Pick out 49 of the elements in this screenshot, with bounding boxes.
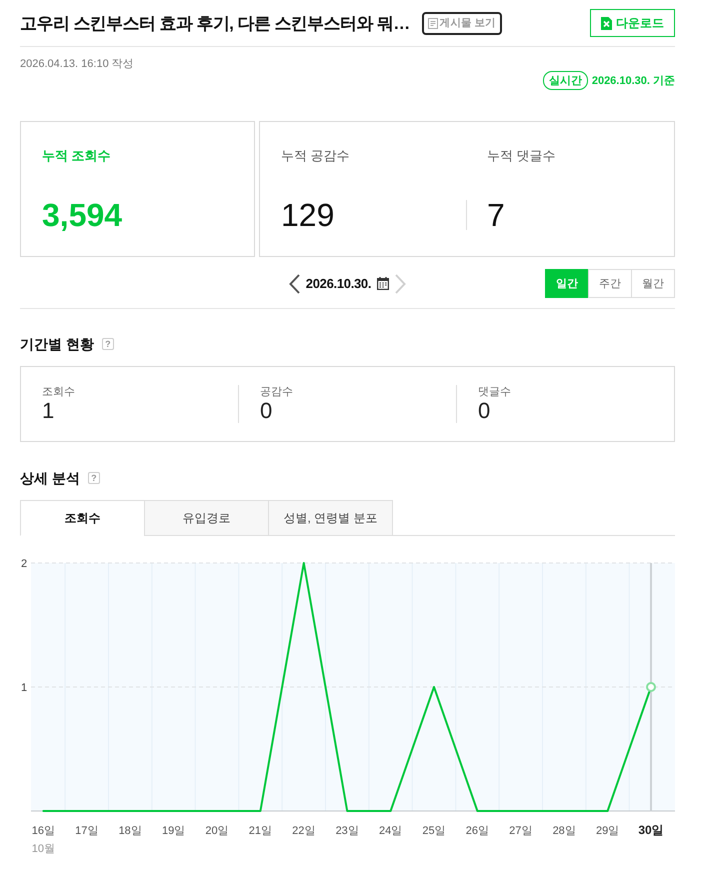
stat-label: 댓글수 xyxy=(478,385,511,399)
x-axis-label: 22일 xyxy=(292,825,316,837)
total-label: 누적 조회수 xyxy=(42,148,111,164)
total-label: 누적 공감수 xyxy=(281,148,350,164)
x-axis-label: 17일 xyxy=(75,825,98,837)
data-point-marker xyxy=(646,682,656,692)
x-axis-label: 18일 xyxy=(118,825,142,837)
y-axis-label: 2 xyxy=(21,558,28,570)
period-toggle[interactable]: 주간 xyxy=(588,269,632,298)
y-axis-label: 1 xyxy=(21,682,28,694)
reference-date: 2026.10.30. 기준 xyxy=(592,74,675,88)
spreadsheet-icon xyxy=(601,16,612,30)
x-axis-label: 21일 xyxy=(248,825,272,837)
chevron-right-icon xyxy=(395,274,406,294)
stat-value: 0 xyxy=(478,399,490,423)
post-title: 고우리 스킨부스터 효과 후기, 다른 스킨부스터와 뭐… xyxy=(20,12,410,34)
section-title: 기간별 현황 xyxy=(20,335,94,353)
x-axis-label: 27일 xyxy=(509,825,532,837)
stat-label: 조회수 xyxy=(42,385,75,399)
total-label: 누적 댓글수 xyxy=(487,148,556,164)
total-value: 7 xyxy=(487,199,505,231)
chevron-left-icon xyxy=(288,274,300,294)
stat-label: 공감수 xyxy=(260,385,293,399)
stat-value: 1 xyxy=(42,399,54,423)
x-axis-label: 19일 xyxy=(162,825,186,837)
analysis-tab[interactable]: 성별, 연령별 분포 xyxy=(268,500,393,536)
x-axis-label: 25일 xyxy=(422,825,446,837)
previous-date-button[interactable] xyxy=(288,274,300,294)
stat-value: 0 xyxy=(260,399,272,423)
month-label: 10월 xyxy=(32,843,56,855)
x-axis-label: 20일 xyxy=(205,825,229,837)
selected-date: 2026.10.30. xyxy=(306,276,372,291)
x-axis-label: 24일 xyxy=(378,825,402,837)
x-axis-label: 30일 xyxy=(638,823,664,837)
realtime-badge: 실시간 xyxy=(542,71,588,90)
period-toggle[interactable]: 월간 xyxy=(631,269,675,298)
total-value: 129 xyxy=(281,199,334,231)
x-axis-label: 16일 xyxy=(32,825,56,837)
document-icon xyxy=(428,18,438,28)
total-value: 3,594 xyxy=(42,199,122,231)
x-axis-label: 23일 xyxy=(336,825,359,837)
x-axis-label: 29일 xyxy=(596,825,620,837)
x-axis-label: 28일 xyxy=(552,825,576,837)
calendar-icon[interactable] xyxy=(377,277,390,290)
section-title: 상세 분석 xyxy=(20,469,80,487)
x-axis-label: 26일 xyxy=(466,825,490,837)
analysis-tab[interactable]: 유입경로 xyxy=(144,500,269,536)
analysis-tab[interactable]: 조회수 xyxy=(20,500,145,536)
written-date: 2026.04.13. 16:10 작성 xyxy=(20,57,135,71)
